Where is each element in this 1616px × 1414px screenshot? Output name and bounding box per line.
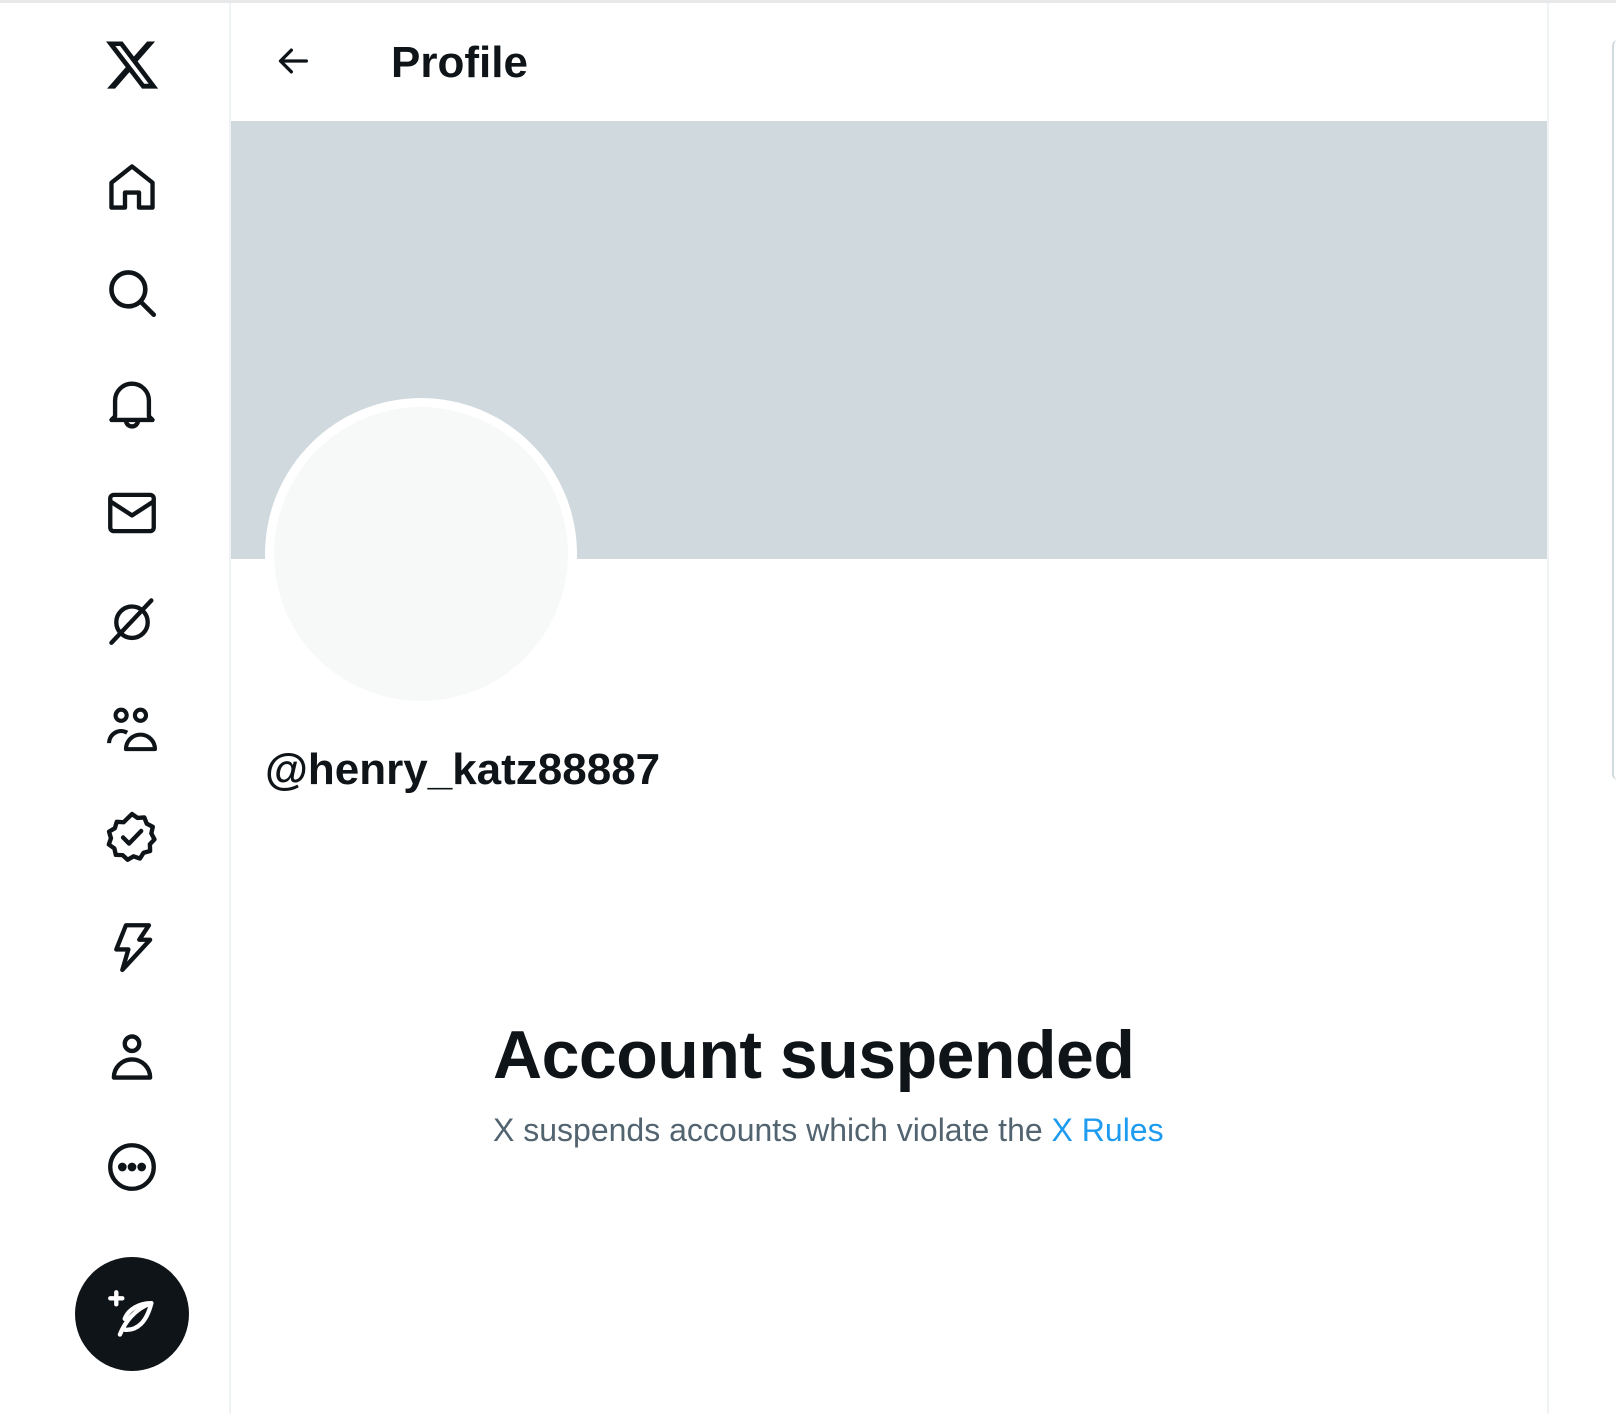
arrow-left-icon (278, 48, 308, 74)
verified-badge-icon[interactable] (98, 803, 166, 871)
right-panel-edge (1612, 40, 1616, 780)
compose-post-button[interactable] (75, 1257, 189, 1371)
back-button[interactable] (261, 29, 325, 93)
x-rules-link[interactable]: X Rules (1052, 1112, 1164, 1148)
x-logo-icon[interactable] (98, 31, 166, 99)
avatar (265, 398, 577, 710)
suspended-message: X suspends accounts which violate the X … (493, 1110, 1164, 1150)
grok-icon[interactable] (98, 587, 166, 655)
suspended-title: Account suspended (493, 1017, 1135, 1093)
avatar-placeholder (274, 407, 568, 701)
page-title: Profile (391, 38, 528, 87)
more-circle-icon[interactable] (98, 1133, 166, 1201)
feather-plus-icon (108, 1290, 154, 1337)
lightning-icon[interactable] (98, 913, 166, 981)
home-icon[interactable] (98, 153, 166, 221)
people-icon[interactable] (98, 697, 166, 765)
sidebar-nav (0, 3, 230, 1414)
search-icon[interactable] (98, 259, 166, 327)
person-icon[interactable] (98, 1023, 166, 1091)
profile-header: Profile (231, 3, 1547, 121)
column-divider-right (1547, 3, 1549, 1414)
profile-handle: @henry_katz88887 (265, 745, 661, 794)
envelope-icon[interactable] (98, 479, 166, 547)
bell-icon[interactable] (98, 369, 166, 437)
suspended-message-text: X suspends accounts which violate the (493, 1112, 1052, 1148)
